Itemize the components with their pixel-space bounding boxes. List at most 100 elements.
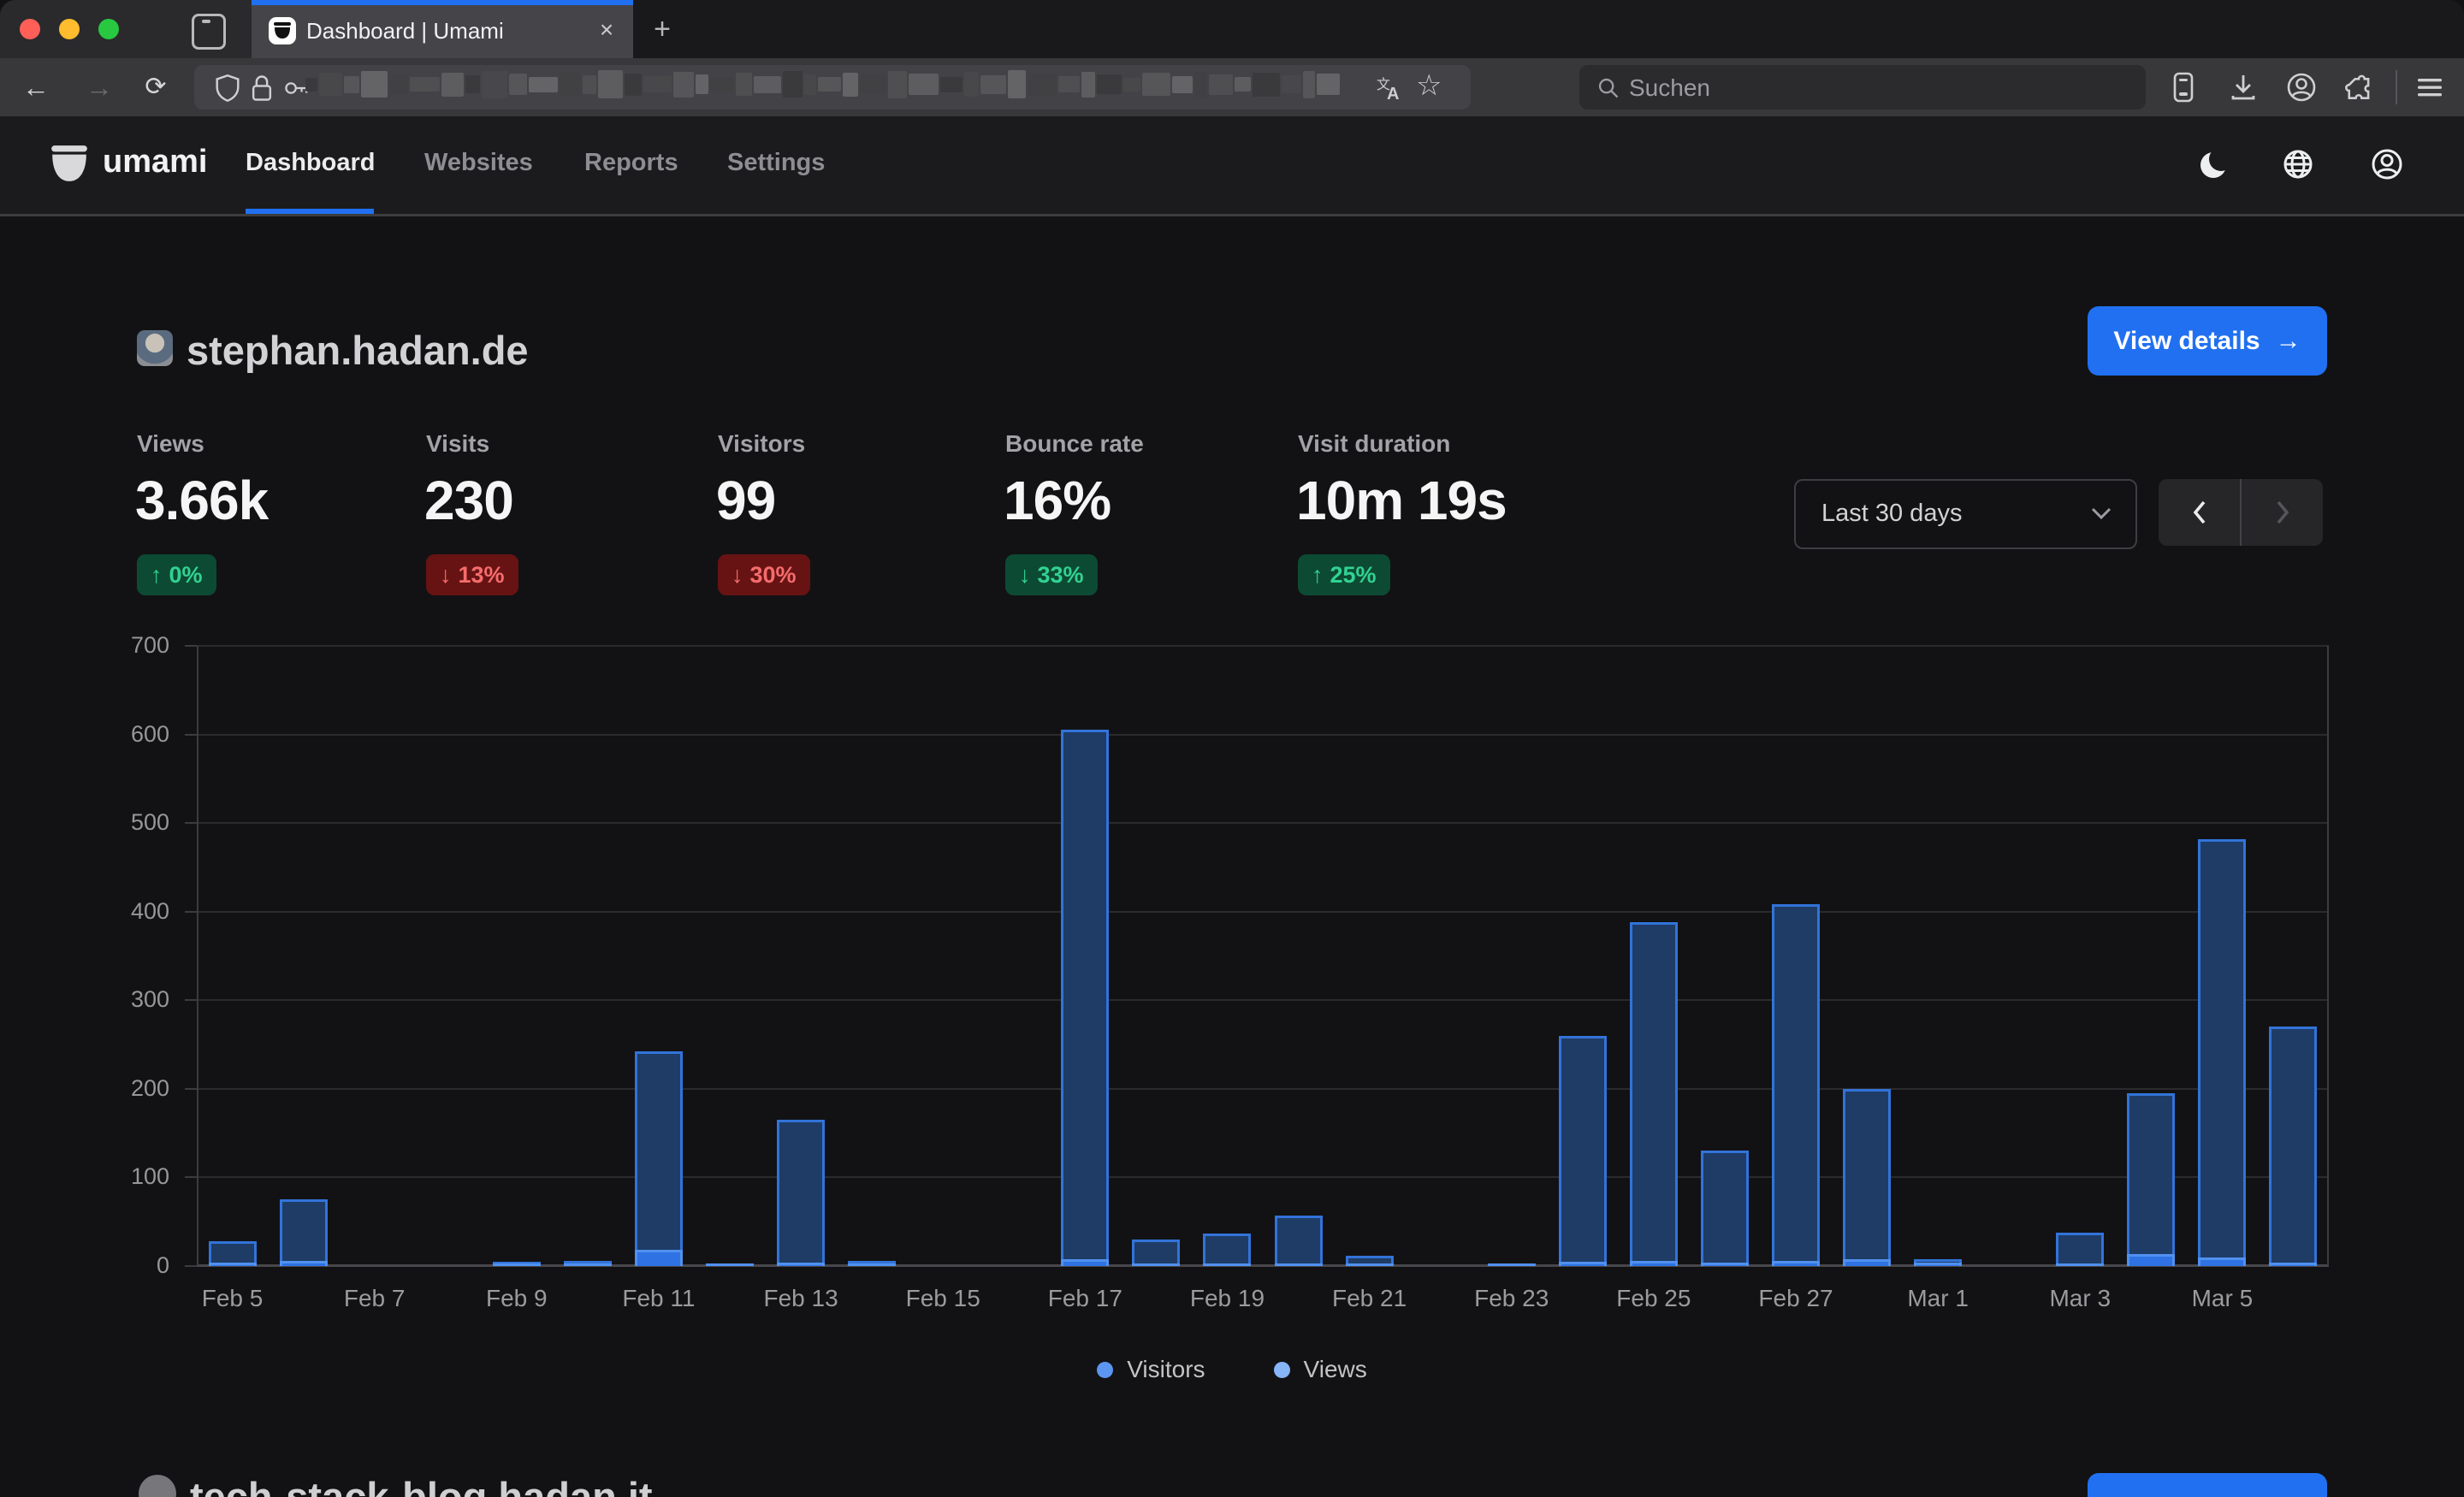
next-view-details-button[interactable]: View details xyxy=(2088,1473,2327,1497)
x-tick-feb-9: Feb 9 xyxy=(486,1285,548,1312)
window-minimize-button[interactable] xyxy=(59,19,80,39)
y-tick-mark xyxy=(185,734,197,736)
bar-visitors-mar-1[interactable] xyxy=(1914,1263,1962,1266)
bar-visitors-feb-12[interactable] xyxy=(706,1263,754,1266)
nav-item-settings[interactable]: Settings xyxy=(727,149,825,177)
chart-legend: Visitors Views xyxy=(0,1356,2464,1383)
view-details-button[interactable]: View details → xyxy=(2088,306,2327,376)
gridline-300 xyxy=(197,999,2329,1001)
bar-visitors-feb-23[interactable] xyxy=(1488,1263,1536,1266)
bar-views-feb-13[interactable] xyxy=(777,1120,825,1266)
bar-visitors-feb-10[interactable] xyxy=(564,1263,612,1266)
bar-visitors-feb-28[interactable] xyxy=(1843,1259,1891,1266)
active-tab-indicator xyxy=(252,0,633,5)
bar-visitors-feb-18[interactable] xyxy=(1132,1263,1180,1266)
bar-visitors-mar-5[interactable] xyxy=(2198,1257,2246,1266)
blur-block xyxy=(1058,76,1080,92)
bar-visitors-feb-25[interactable] xyxy=(1630,1261,1678,1266)
bar-views-mar-6[interactable] xyxy=(2269,1027,2317,1266)
legend-item-visitors[interactable]: Visitors xyxy=(1097,1356,1205,1383)
bar-views-mar-5[interactable] xyxy=(2198,839,2246,1266)
bar-visitors-feb-13[interactable] xyxy=(777,1263,825,1266)
prev-period-button[interactable] xyxy=(2159,479,2240,546)
blur-block xyxy=(598,70,623,98)
translate-icon[interactable]: 文 A xyxy=(1375,74,1404,103)
reload-icon[interactable]: ⟳ xyxy=(139,70,173,104)
bookmark-star-icon[interactable]: ☆ xyxy=(1416,68,1442,103)
bar-visitors-feb-21[interactable] xyxy=(1346,1263,1394,1266)
forward-icon[interactable]: → xyxy=(82,70,116,104)
blurred-url-text xyxy=(305,70,1383,104)
dark-mode-toggle[interactable] xyxy=(2195,145,2233,183)
bar-visitors-feb-17[interactable] xyxy=(1061,1259,1109,1266)
blur-block xyxy=(410,77,440,92)
tab-close-icon[interactable]: × xyxy=(592,15,621,44)
bar-views-feb-25[interactable] xyxy=(1630,922,1678,1266)
nav-item-dashboard[interactable]: Dashboard xyxy=(246,149,375,177)
date-range-select[interactable]: Last 30 days xyxy=(1794,479,2137,549)
bar-visitors-feb-9[interactable] xyxy=(493,1263,541,1266)
blur-block xyxy=(465,75,480,93)
blur-block xyxy=(1317,74,1340,95)
bar-views-feb-27[interactable] xyxy=(1772,904,1820,1266)
legend-item-views[interactable]: Views xyxy=(1274,1356,1367,1383)
chevron-left-icon xyxy=(2190,499,2209,526)
bar-views-feb-18[interactable] xyxy=(1132,1240,1180,1266)
extensions-icon[interactable] xyxy=(2343,70,2377,104)
bar-views-feb-11[interactable] xyxy=(635,1051,683,1266)
gridline-600 xyxy=(197,734,2329,736)
bar-views-feb-6[interactable] xyxy=(280,1199,328,1266)
firefox-view-icon[interactable] xyxy=(2166,70,2200,104)
window-close-button[interactable] xyxy=(20,19,40,39)
bar-views-feb-26[interactable] xyxy=(1701,1151,1749,1266)
download-icon[interactable] xyxy=(2226,70,2260,104)
back-icon[interactable]: ← xyxy=(19,70,53,104)
window-zoom-button[interactable] xyxy=(98,19,119,39)
bar-views-feb-17[interactable] xyxy=(1061,730,1109,1266)
account-icon[interactable] xyxy=(2284,70,2319,104)
bar-visitors-feb-19[interactable] xyxy=(1203,1263,1251,1266)
blur-block xyxy=(529,77,558,92)
profile-button[interactable] xyxy=(2368,145,2406,183)
bar-views-feb-20[interactable] xyxy=(1275,1216,1323,1266)
bar-views-mar-3[interactable] xyxy=(2056,1233,2104,1266)
bar-views-feb-24[interactable] xyxy=(1559,1036,1607,1266)
nav-item-websites[interactable]: Websites xyxy=(424,149,533,177)
visitors-views-chart[interactable] xyxy=(197,646,2329,1266)
browser-tab-active[interactable]: Dashboard | Umami × xyxy=(252,0,633,58)
chevron-right-icon xyxy=(2273,499,2292,526)
metric-value-visits: 230 xyxy=(424,469,513,532)
bar-visitors-feb-24[interactable] xyxy=(1559,1262,1607,1266)
blur-block xyxy=(1194,71,1207,98)
shield-icon xyxy=(215,74,240,102)
bar-visitors-feb-6[interactable] xyxy=(280,1261,328,1266)
bar-visitors-feb-20[interactable] xyxy=(1275,1263,1323,1266)
search-bar[interactable]: Suchen xyxy=(1579,65,2146,109)
url-bar[interactable]: 文 A ☆ xyxy=(194,65,1471,109)
bar-visitors-feb-11[interactable] xyxy=(635,1250,683,1266)
bar-visitors-mar-3[interactable] xyxy=(2056,1263,2104,1266)
nav-item-reports[interactable]: Reports xyxy=(584,149,678,177)
bar-visitors-feb-27[interactable] xyxy=(1772,1261,1820,1266)
bar-visitors-mar-6[interactable] xyxy=(2269,1263,2317,1266)
language-button[interactable] xyxy=(2279,145,2317,183)
next-period-button[interactable] xyxy=(2242,479,2323,546)
y-tick-mark xyxy=(185,1176,197,1178)
y-tick-0: 0 xyxy=(118,1252,169,1279)
bar-visitors-feb-5[interactable] xyxy=(209,1263,257,1266)
bar-views-feb-19[interactable] xyxy=(1203,1234,1251,1266)
blur-block xyxy=(940,77,962,92)
bar-visitors-feb-14[interactable] xyxy=(848,1263,896,1266)
new-tab-button[interactable]: + xyxy=(647,14,678,44)
blur-block xyxy=(625,74,642,96)
bar-visitors-feb-26[interactable] xyxy=(1701,1263,1749,1266)
metric-value-bounce-rate: 16% xyxy=(1004,469,1111,532)
blur-block xyxy=(860,75,886,93)
menu-hamburger-icon[interactable] xyxy=(2413,70,2447,104)
bar-views-feb-28[interactable] xyxy=(1843,1089,1891,1266)
sidebar-toggle-icon[interactable] xyxy=(192,14,226,50)
bar-visitors-mar-4[interactable] xyxy=(2127,1254,2175,1267)
bar-views-mar-4[interactable] xyxy=(2127,1093,2175,1266)
blur-block xyxy=(583,75,596,94)
blur-block xyxy=(482,71,507,98)
